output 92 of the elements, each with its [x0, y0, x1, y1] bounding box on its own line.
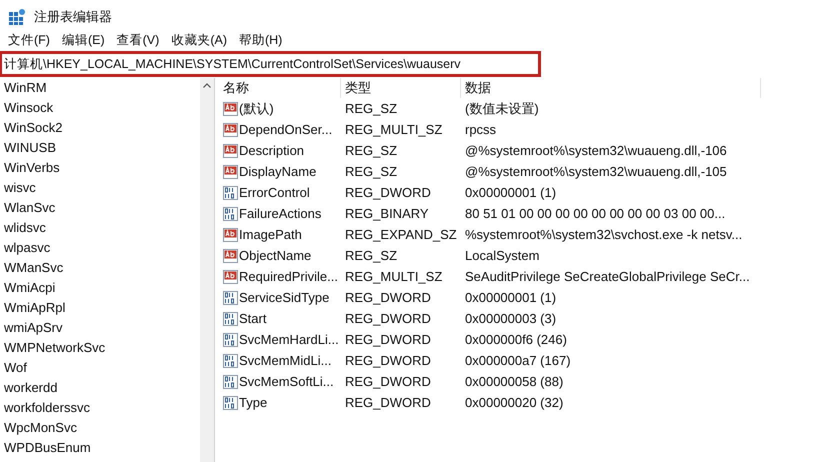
tree-item[interactable]: WmiApRpl [0, 298, 200, 318]
string-value-icon [223, 164, 238, 178]
tree-item[interactable]: WPDBusEnum [0, 438, 200, 458]
string-value-icon [223, 122, 238, 136]
menu-item[interactable]: 查看(V) [110, 32, 166, 48]
value-name[interactable]: DependOnSer... [239, 122, 332, 137]
caret-up-icon[interactable] [203, 83, 211, 88]
value-name[interactable]: RequiredPrivile... [239, 269, 338, 284]
tree-item[interactable]: WManSvc [0, 258, 200, 278]
value-name[interactable]: FailureActions [239, 206, 322, 221]
value-data: 0x00000003 (3) [464, 311, 558, 326]
value-data: 0x00000001 (1) [464, 185, 558, 200]
value-name[interactable]: SvcMemHardLi... [239, 332, 339, 347]
tree-item[interactable]: wmiApSrv [0, 318, 200, 338]
string-value-icon [223, 102, 238, 116]
value-data: 0x00000001 (1) [464, 290, 558, 305]
menu-item[interactable]: 编辑(E) [56, 32, 111, 48]
column-header[interactable]: 类型 [341, 78, 461, 98]
value-name[interactable]: SvcMemMidLi... [239, 353, 332, 368]
value-type: REG_MULTI_SZ [344, 269, 444, 284]
value-type: REG_SZ [344, 143, 398, 158]
value-type: REG_EXPAND_SZ [344, 227, 458, 242]
binary-value-icon [223, 312, 238, 326]
value-data: 0x000000f6 (246) [464, 332, 568, 347]
value-data: %systemroot%\system32\svchost.exe -k netsv... [464, 227, 744, 242]
value-type: REG_DWORD [344, 311, 432, 326]
window-title: 注册表编辑器 [34, 8, 112, 26]
value-name[interactable]: ImagePath [239, 227, 302, 242]
value-name[interactable]: Start [239, 311, 266, 326]
value-data: rpcss [464, 122, 498, 137]
value-data: 0x00000058 (88) [464, 374, 564, 389]
address-field[interactable]: 计算机\HKEY_LOCAL_MACHINE\SYSTEM\CurrentControlSet\Services\wuauserv [0, 51, 541, 77]
tree-item[interactable]: WINUSB [0, 138, 200, 158]
string-value-icon [223, 228, 238, 242]
menu-item[interactable]: 帮助(H) [232, 32, 288, 48]
string-value-icon [223, 248, 238, 262]
tree-item[interactable]: WinRM [0, 78, 200, 98]
tree-item[interactable]: WlanSvc [0, 198, 200, 218]
column-header[interactable]: 名称 [221, 78, 341, 98]
menu-item[interactable]: 文件(F) [2, 32, 56, 48]
binary-value-icon [223, 374, 238, 388]
binary-value-icon [223, 396, 238, 410]
value-type: REG_SZ [344, 248, 398, 263]
tree-item[interactable]: workerdd [0, 378, 200, 398]
value-type: REG_DWORD [344, 290, 432, 305]
value-name[interactable]: Description [239, 143, 304, 158]
scrollbar[interactable] [200, 78, 214, 462]
value-name[interactable]: ServiceSidType [239, 290, 330, 305]
value-data: 80 51 01 00 00 00 00 00 00 00 00 03 00 00... [464, 206, 726, 221]
string-value-icon [223, 270, 238, 284]
tree-item[interactable]: WinVerbs [0, 158, 200, 178]
tree-item[interactable]: WMPNetworkSvc [0, 338, 200, 358]
value-type: REG_DWORD [344, 353, 432, 368]
value-type: REG_DWORD [344, 395, 432, 410]
value-data: 0x000000a7 (167) [464, 353, 572, 368]
value-data: LocalSystem [464, 248, 540, 263]
value-type: REG_SZ [344, 101, 398, 116]
value-data: @%systemroot%\system32\wuaueng.dll,-106 [464, 143, 728, 158]
tree-item[interactable]: wlpasvc [0, 238, 200, 258]
menu-item[interactable]: 收藏夹(A) [165, 32, 233, 48]
value-name[interactable]: SvcMemSoftLi... [239, 374, 334, 389]
tree-item[interactable]: WpcMonSvc [0, 418, 200, 438]
binary-value-icon [223, 354, 238, 368]
value-type: REG_BINARY [344, 206, 430, 221]
tree-item[interactable]: Wof [0, 358, 200, 378]
tree-item[interactable]: WinSock2 [0, 118, 200, 138]
value-type: REG_DWORD [344, 185, 432, 200]
value-type: REG_MULTI_SZ [344, 122, 444, 137]
tree-item[interactable]: workfolderssvc [0, 398, 200, 418]
column-header[interactable]: 数据 [461, 78, 761, 98]
value-data: SeAuditPrivilege SeCreateGlobalPrivilege SeCr... [464, 269, 751, 284]
value-data: @%systemroot%\system32\wuaueng.dll,-105 [464, 164, 728, 179]
tree-item[interactable]: wisvc [0, 178, 200, 198]
value-name[interactable]: Type [239, 395, 268, 410]
binary-value-icon [223, 332, 238, 346]
value-name[interactable]: (默认) [239, 100, 274, 118]
binary-value-icon [223, 206, 238, 220]
value-name[interactable]: ErrorControl [239, 185, 310, 200]
value-data: (数值未设置) [464, 100, 540, 118]
value-type: REG_SZ [344, 164, 398, 179]
tree-item[interactable]: Winsock [0, 98, 200, 118]
value-name[interactable]: ObjectName [239, 248, 312, 263]
registry-icon [8, 8, 26, 26]
value-name[interactable]: DisplayName [239, 164, 316, 179]
tree-item[interactable]: wlidsvc [0, 218, 200, 238]
binary-value-icon [223, 186, 238, 200]
value-type: REG_DWORD [344, 332, 432, 347]
binary-value-icon [223, 290, 238, 304]
string-value-icon [223, 144, 238, 158]
tree-item[interactable]: WmiAcpi [0, 278, 200, 298]
value-data: 0x00000020 (32) [464, 395, 564, 410]
value-type: REG_DWORD [344, 374, 432, 389]
